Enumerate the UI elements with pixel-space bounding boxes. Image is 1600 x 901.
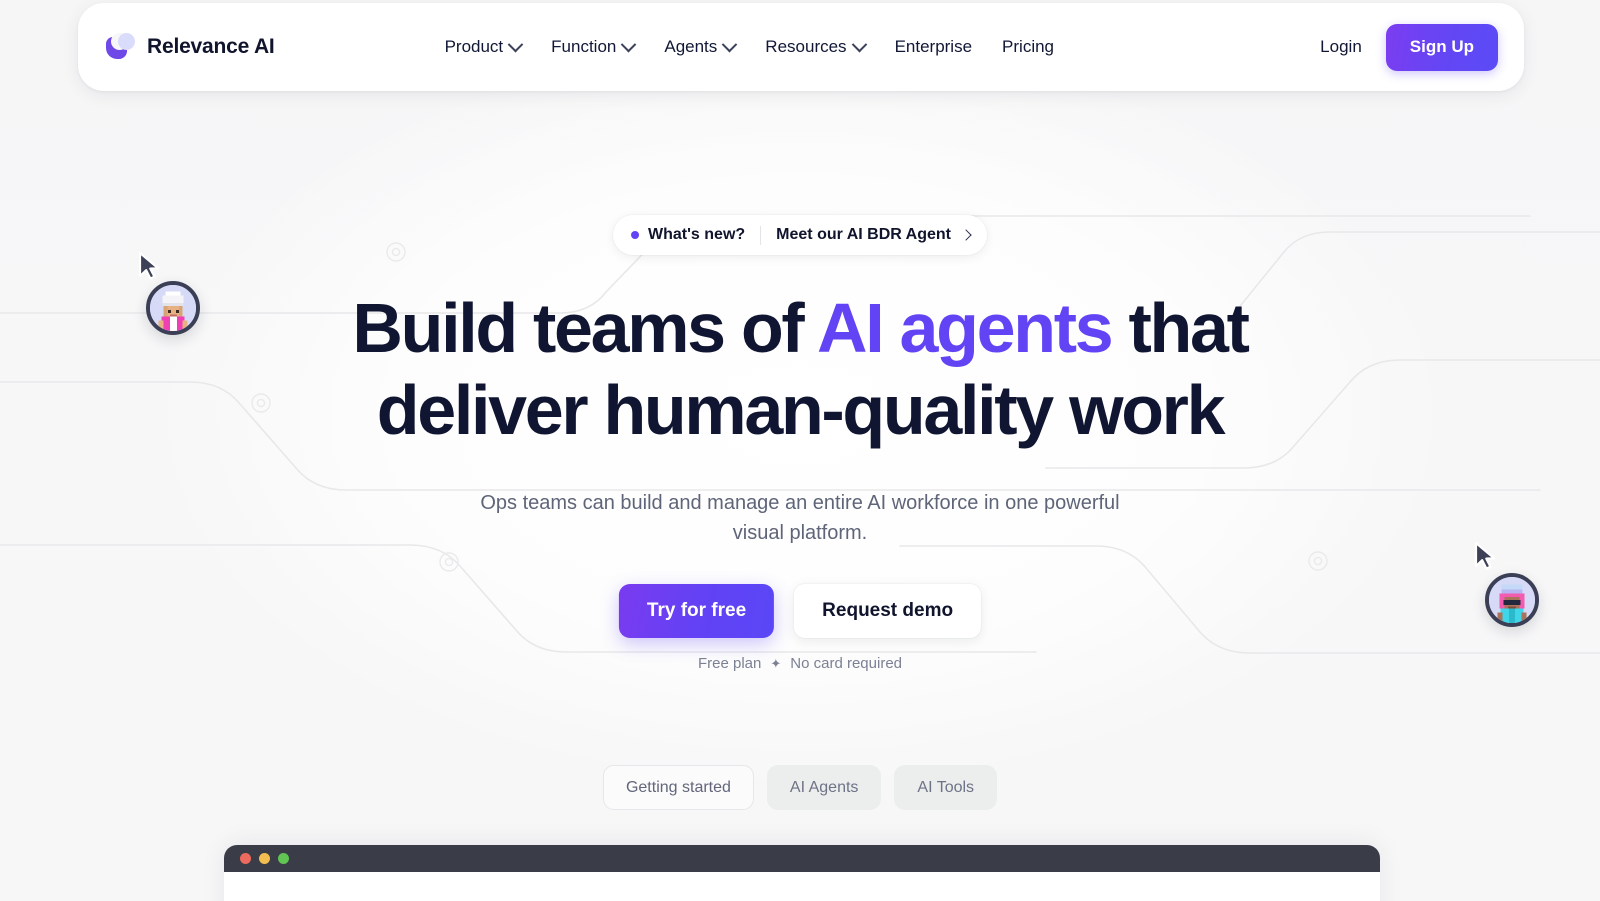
login-link[interactable]: Login	[1320, 37, 1362, 57]
chevron-down-icon	[851, 36, 867, 52]
fineprint-free-plan: Free plan	[697, 655, 762, 672]
nav-label: Pricing	[1002, 37, 1055, 56]
window-minimize-dot-icon	[259, 853, 270, 864]
main-navigation: Product Function Agents Resources Enterp…	[444, 36, 1054, 57]
headline-part-pre: Build teams of	[352, 289, 817, 367]
status-dot-icon	[631, 231, 640, 239]
request-demo-button[interactable]: Request demo	[794, 584, 982, 638]
page-title: Build teams of AI agents that deliver hu…	[0, 287, 1600, 451]
fineprint-no-card: No card required	[790, 655, 903, 672]
mouse-pointer-icon-right	[1472, 541, 1498, 571]
chevron-down-icon	[621, 36, 637, 52]
nav-item-product[interactable]: Product	[444, 36, 524, 57]
product-demo-browser-mock	[224, 845, 1380, 901]
tab-getting-started[interactable]: Getting started	[602, 765, 754, 810]
nav-label: Product	[444, 37, 504, 56]
nav-item-agents[interactable]: Agents	[664, 36, 738, 57]
headline-accent: AI agents	[817, 289, 1114, 367]
chevron-right-icon	[960, 229, 972, 241]
brand-logo-link[interactable]: Relevance AI	[106, 32, 275, 62]
hero-subheading: Ops teams can build and manage an entire…	[480, 492, 1120, 544]
nav-label: Agents	[664, 37, 718, 56]
nav-label: Enterprise	[894, 37, 973, 56]
announcement-banner[interactable]: What's new? Meet our AI BDR Agent	[613, 215, 987, 255]
chevron-down-icon	[507, 36, 524, 52]
nav-item-function[interactable]: Function	[551, 36, 637, 57]
tab-ai-tools[interactable]: AI Tools	[894, 765, 998, 810]
chef-avatar	[146, 281, 200, 335]
mouse-pointer-icon-left	[136, 251, 162, 281]
nav-label: Function	[551, 37, 617, 56]
landing-page: Relevance AI Product Function Agents Res…	[0, 0, 1600, 901]
nav-item-enterprise[interactable]: Enterprise	[895, 37, 972, 57]
headline-line-2: deliver human-quality work	[376, 371, 1226, 449]
browser-chrome-bar	[224, 845, 1380, 872]
window-maximize-dot-icon	[278, 853, 289, 864]
announcement-badge: What's new?	[648, 226, 746, 243]
sparkle-icon: ✦	[770, 655, 782, 671]
relevance-logo-icon	[106, 32, 136, 62]
brand-name: Relevance AI	[147, 35, 275, 58]
tab-ai-agents[interactable]: AI Agents	[766, 765, 882, 810]
hero-cta-row: Try for free Request demo	[618, 584, 982, 638]
site-header: Relevance AI Product Function Agents Res…	[78, 3, 1524, 91]
window-close-dot-icon	[240, 853, 251, 864]
cta-fineprint: Free plan ✦ No card required	[698, 655, 902, 672]
divider	[760, 225, 762, 245]
try-for-free-button[interactable]: Try for free	[618, 584, 775, 638]
nav-item-resources[interactable]: Resources	[765, 36, 867, 57]
announcement-link: Meet our AI BDR Agent	[776, 226, 951, 243]
headline-part-post: that	[1111, 289, 1250, 367]
headline-line-1: Build teams of AI agents that	[352, 289, 1250, 367]
showcase-tabs: Getting started AI Agents AI Tools	[602, 765, 998, 810]
sign-up-button[interactable]: Sign Up	[1385, 23, 1498, 71]
nav-item-pricing[interactable]: Pricing	[1002, 37, 1054, 57]
chevron-down-icon	[722, 36, 738, 52]
blue-hair-avatar	[1485, 573, 1539, 627]
nav-label: Resources	[765, 37, 847, 56]
header-actions: Login Sign Up	[1320, 23, 1498, 71]
browser-content-area	[224, 872, 1380, 901]
